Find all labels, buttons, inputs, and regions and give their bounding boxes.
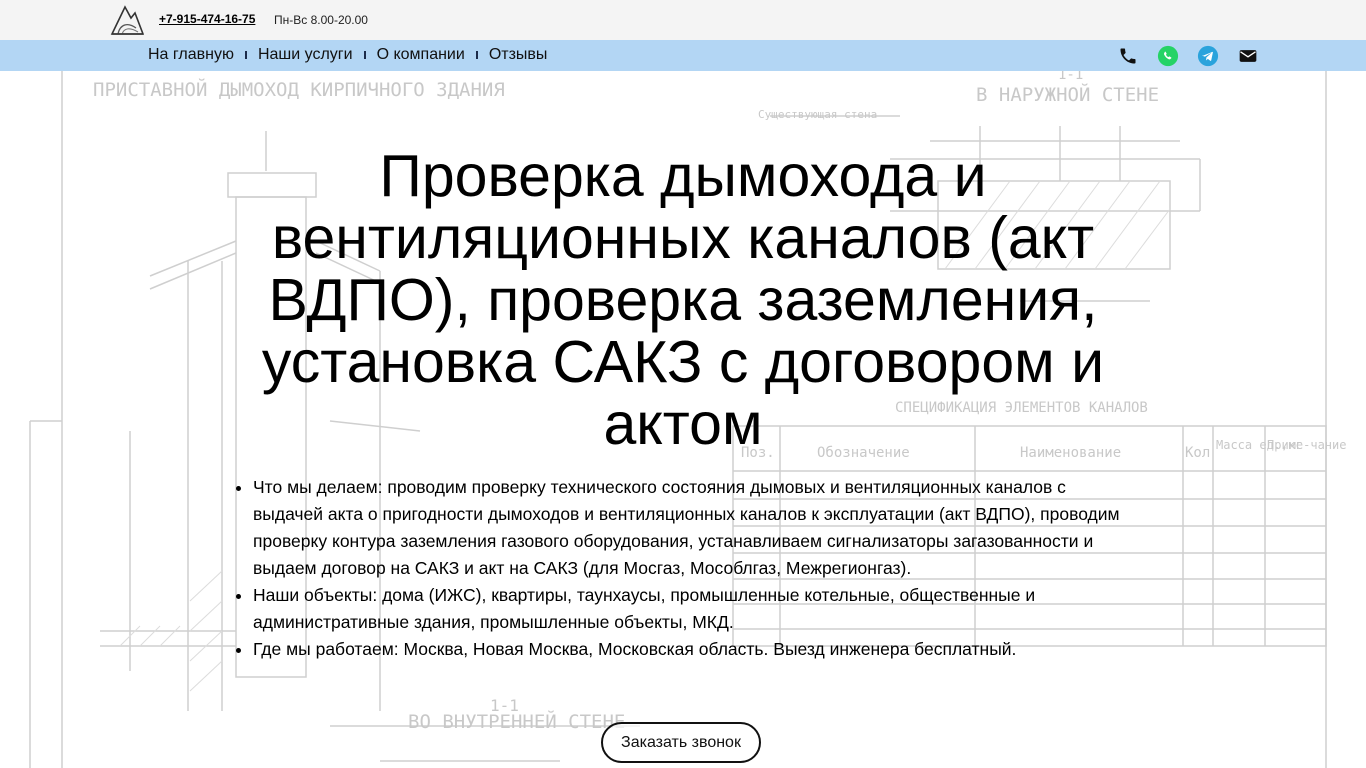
nav-separator [363,51,366,59]
request-call-button[interactable]: Заказать звонок [601,722,761,763]
main-navigation-bar: На главную Наши услуги О компании Отзывы [0,40,1366,71]
telegram-icon[interactable] [1197,45,1219,67]
nav-item-home[interactable]: На главную [148,46,234,64]
header-phone-link[interactable]: +7-915-474-16-75 [159,12,255,26]
services-list: Что мы делаем: проводим проверку техниче… [233,474,1133,663]
list-item: Что мы делаем: проводим проверку техниче… [253,474,1133,582]
whatsapp-icon[interactable] [1157,45,1179,67]
phone-icon[interactable] [1117,45,1139,67]
contact-icons [1117,45,1277,67]
hero-section: Проверка дымохода и вентиляционных канал… [0,71,1366,768]
nav-item-reviews[interactable]: Отзывы [489,46,548,64]
main-nav: На главную Наши услуги О компании Отзывы [148,46,547,64]
list-item: Наши объекты: дома (ИЖС), квартиры, таун… [253,582,1133,636]
nav-item-about[interactable]: О компании [377,46,465,64]
list-item: Где мы работаем: Москва, Новая Москва, М… [253,636,1133,663]
top-bar: +7-915-474-16-75 Пн-Вс 8.00-20.00 [0,0,1366,40]
nav-separator [244,51,247,59]
working-hours: Пн-Вс 8.00-20.00 [274,13,368,27]
nav-separator [475,51,478,59]
mail-icon[interactable] [1237,45,1259,67]
nav-item-services[interactable]: Наши услуги [258,46,353,64]
page-title: Проверка дымохода и вентиляционных канал… [261,143,1105,457]
company-logo[interactable] [110,4,144,36]
